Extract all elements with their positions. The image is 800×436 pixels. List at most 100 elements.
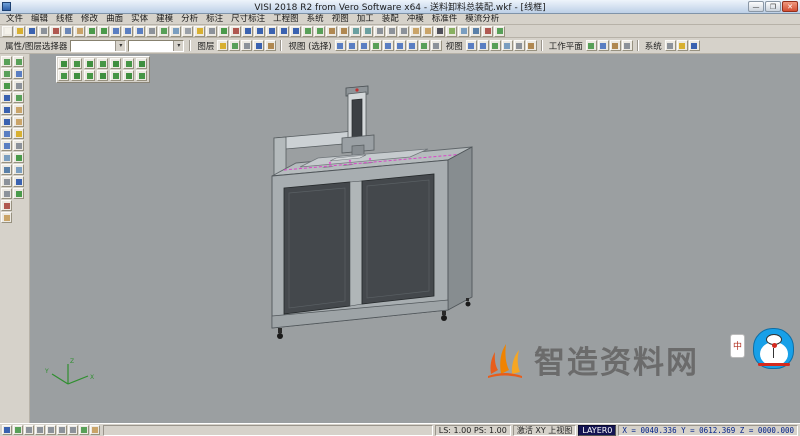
select-icon[interactable] xyxy=(1,56,12,67)
zoom-out-icon[interactable] xyxy=(122,26,133,37)
hide-element-icon[interactable] xyxy=(514,40,525,51)
menu-item[interactable]: 系统 xyxy=(303,14,328,25)
erase-tool-icon[interactable] xyxy=(1,200,12,211)
zoom-in-icon[interactable] xyxy=(110,26,121,37)
view-back-icon[interactable] xyxy=(383,40,394,51)
view-previous-icon[interactable] xyxy=(431,40,442,51)
layer-list-icon[interactable] xyxy=(217,40,228,51)
menu-item[interactable]: 标准件 xyxy=(428,14,462,25)
move-icon[interactable] xyxy=(374,26,385,37)
menu-item[interactable]: 装配 xyxy=(378,14,403,25)
menu-item[interactable]: 修改 xyxy=(77,14,102,25)
workplane-custom-icon[interactable] xyxy=(622,40,633,51)
view-rotate-icon[interactable] xyxy=(419,40,430,51)
help-icon[interactable] xyxy=(689,40,700,51)
snap-grid-icon[interactable] xyxy=(97,70,108,81)
undo-icon[interactable] xyxy=(86,26,97,37)
layers-icon[interactable] xyxy=(194,26,205,37)
view-bottom-icon[interactable] xyxy=(395,40,406,51)
workplane-xz-icon[interactable] xyxy=(598,40,609,51)
analysis-icon[interactable] xyxy=(494,26,505,37)
solid-tool-icon[interactable] xyxy=(1,164,12,175)
close-button[interactable]: ✕ xyxy=(782,1,798,12)
rectangle-icon[interactable] xyxy=(278,26,289,37)
status-polar-icon[interactable] xyxy=(46,425,56,435)
properties-tool-icon[interactable] xyxy=(1,212,12,223)
active-view-indicator[interactable]: 激活 XY 上视图 xyxy=(513,425,576,436)
status-grid-icon[interactable] xyxy=(24,425,34,435)
view-tool-icon[interactable] xyxy=(13,56,24,67)
snap-nearest-icon[interactable] xyxy=(71,70,82,81)
surface-tool-icon[interactable] xyxy=(1,152,12,163)
status-select-icon[interactable] xyxy=(2,425,12,435)
circle-icon[interactable] xyxy=(254,26,265,37)
polyline-icon[interactable] xyxy=(290,26,301,37)
menu-item[interactable]: 建模 xyxy=(152,14,177,25)
pan-tool-icon[interactable] xyxy=(13,80,24,91)
menu-item[interactable]: 工程图 xyxy=(269,14,303,25)
snap-tangent-icon[interactable] xyxy=(123,58,134,69)
snap-center-icon[interactable] xyxy=(84,58,95,69)
shade-icon[interactable] xyxy=(170,26,181,37)
extend-icon[interactable] xyxy=(338,26,349,37)
snap-intersect-icon[interactable] xyxy=(110,58,121,69)
snap-auto-icon[interactable] xyxy=(136,70,147,81)
menu-item[interactable]: 尺寸标注 xyxy=(227,14,269,25)
select-box-icon[interactable] xyxy=(1,68,12,79)
circle-tool-icon[interactable] xyxy=(1,116,12,127)
mirror-icon[interactable] xyxy=(362,26,373,37)
rotate-tool-icon[interactable] xyxy=(13,92,24,103)
zoom-window-icon[interactable] xyxy=(466,40,477,51)
text-icon[interactable] xyxy=(434,26,445,37)
info-tool-icon[interactable] xyxy=(13,176,24,187)
curve-tool-icon[interactable] xyxy=(1,140,12,151)
line-icon[interactable] xyxy=(242,26,253,37)
snap-point-icon[interactable] xyxy=(1,92,12,103)
open-icon[interactable] xyxy=(14,26,25,37)
copy-icon[interactable] xyxy=(62,26,73,37)
attribute-selector[interactable]: ▾ xyxy=(70,40,126,52)
new-file-icon[interactable] xyxy=(2,26,13,37)
snap-node-icon[interactable] xyxy=(58,70,69,81)
workplane-xy-icon[interactable] xyxy=(586,40,597,51)
menu-item[interactable]: 加工 xyxy=(353,14,378,25)
layer-tool-icon[interactable] xyxy=(13,128,24,139)
layer-off-icon[interactable] xyxy=(241,40,252,51)
status-model-icon[interactable] xyxy=(90,425,100,435)
grid-tool-icon[interactable] xyxy=(13,140,24,151)
menu-item[interactable]: 文件 xyxy=(2,14,27,25)
menu-item[interactable]: 视图 xyxy=(328,14,353,25)
pan-icon[interactable] xyxy=(146,26,157,37)
cabinet-side-face[interactable] xyxy=(448,147,472,310)
view-front-icon[interactable] xyxy=(347,40,358,51)
solid-icon[interactable] xyxy=(470,26,481,37)
layer-selector[interactable]: ▾ xyxy=(128,40,184,52)
zoom-fit-icon[interactable] xyxy=(134,26,145,37)
status-dyn-icon[interactable] xyxy=(79,425,89,435)
cut-icon[interactable] xyxy=(50,26,61,37)
snap-end-icon[interactable] xyxy=(58,58,69,69)
snap-quad-icon[interactable] xyxy=(97,58,108,69)
snap-angle-icon[interactable] xyxy=(110,70,121,81)
scale-icon[interactable] xyxy=(398,26,409,37)
wireframe-icon[interactable] xyxy=(182,26,193,37)
redraw-icon[interactable] xyxy=(490,40,501,51)
rotate-icon[interactable] xyxy=(386,26,397,37)
snap-origin-icon[interactable] xyxy=(84,70,95,81)
left-door-panel[interactable] xyxy=(284,182,350,314)
layer-new-icon[interactable] xyxy=(253,40,264,51)
section-view-icon[interactable] xyxy=(526,40,537,51)
undo-tool-icon[interactable] xyxy=(13,188,24,199)
zoom-all-icon[interactable] xyxy=(478,40,489,51)
menu-item[interactable]: 分析 xyxy=(177,14,202,25)
line-tool-icon[interactable] xyxy=(1,104,12,115)
layer-on-icon[interactable] xyxy=(229,40,240,51)
view-top-icon[interactable] xyxy=(335,40,346,51)
hatch-icon[interactable] xyxy=(446,26,457,37)
render-tool-icon[interactable] xyxy=(13,164,24,175)
snap-perp-icon[interactable] xyxy=(136,58,147,69)
menu-item[interactable]: 模流分析 xyxy=(461,14,503,25)
menu-item[interactable]: 冲模 xyxy=(403,14,428,25)
shading-mode-icon[interactable] xyxy=(502,40,513,51)
chamfer-icon[interactable] xyxy=(314,26,325,37)
